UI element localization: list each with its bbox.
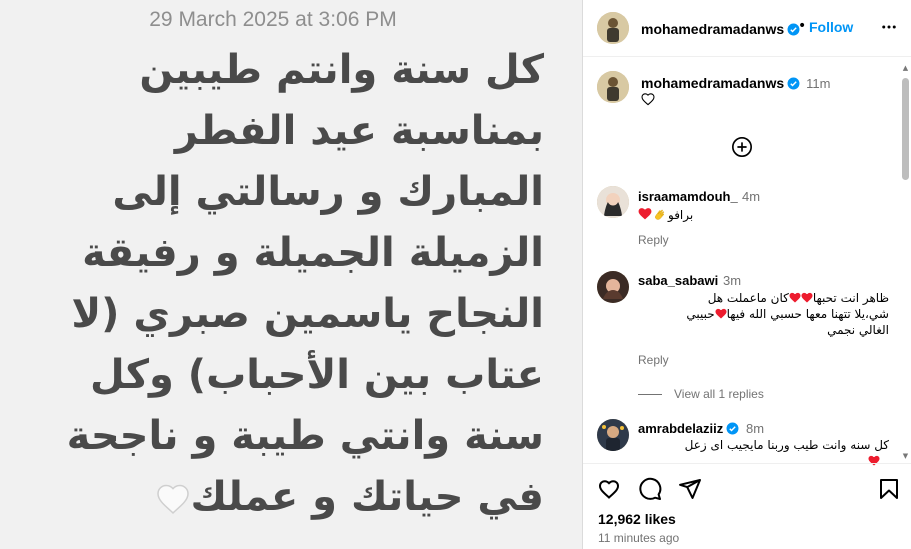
- avatar-image-icon: [597, 71, 629, 103]
- header-username-group: mohamedramadanws: [641, 19, 800, 38]
- post-image[interactable]: 29 March 2025 at 3:06 PM كل سنة وانتم طي…: [0, 0, 582, 549]
- comment-avatar[interactable]: [597, 419, 629, 451]
- caption-avatar[interactable]: [597, 71, 629, 103]
- avatar[interactable]: [597, 12, 629, 44]
- comment-username[interactable]: saba_sabawi: [638, 273, 718, 288]
- caption-heart-icon: [641, 93, 655, 106]
- post-actions: 12,962 likes 11 minutes ago: [583, 463, 911, 549]
- scrollbar-thumb[interactable]: [902, 78, 909, 180]
- comment-bubble-icon[interactable]: [638, 477, 662, 501]
- follow-button[interactable]: Follow: [809, 19, 853, 35]
- comment-body-line2: شي،يلا تتهنا معها حسبي الله فيها: [726, 307, 889, 321]
- red-heart-icon: [801, 292, 813, 303]
- view-replies-label: View all 1 replies: [674, 387, 764, 401]
- comment-body: كل سنه وانت طيب وربنا مايجيب اى زعل: [684, 438, 889, 452]
- red-heart-icon: [715, 308, 727, 319]
- view-replies-button[interactable]: View all 1 replies: [638, 387, 764, 401]
- load-more-comments-icon[interactable]: [731, 136, 753, 158]
- like-heart-icon[interactable]: [597, 477, 621, 501]
- comment-username[interactable]: amrabdelaziiz: [638, 421, 723, 436]
- caption-username[interactable]: mohamedramadanws: [641, 75, 784, 91]
- reply-button[interactable]: Reply: [638, 353, 669, 367]
- likes-count[interactable]: 12,962 likes: [598, 511, 676, 527]
- view-replies-line: [638, 394, 662, 396]
- header-separator: •: [798, 18, 807, 34]
- post-text-body: كل سنة وانتم طيبين بمناسبة عيد الفطر الم…: [66, 47, 544, 520]
- caption-time[interactable]: 11m: [806, 76, 830, 91]
- bookmark-save-icon[interactable]: [877, 477, 901, 501]
- scroll-up-arrow-icon[interactable]: ▲: [902, 64, 909, 72]
- post-date: 29 March 2025 at 3:06 PM: [149, 8, 397, 31]
- avatar-image-icon: [597, 186, 629, 218]
- comment-body-line1b: كان ماعملت هل: [707, 291, 789, 305]
- caption-header: mohamedramadanws 11m: [641, 73, 831, 92]
- red-heart-icon: [789, 292, 801, 303]
- post-text: كل سنة وانتم طيبين بمناسبة عيد الفطر الم…: [22, 40, 544, 528]
- avatar-image-icon: [597, 12, 629, 44]
- red-heart-icon: [638, 208, 652, 220]
- verified-badge-icon: [787, 77, 800, 90]
- more-options-icon[interactable]: [880, 18, 898, 36]
- post-header: mohamedramadanws • Follow: [583, 0, 911, 57]
- comment-avatar[interactable]: [597, 186, 629, 218]
- comment-username[interactable]: israamamdouh_: [638, 189, 738, 204]
- comment-body: برافو: [668, 208, 694, 222]
- comment-body-line3: الغالي نجمي: [827, 323, 889, 337]
- reply-button[interactable]: Reply: [638, 233, 669, 247]
- comment-text: برافو: [638, 207, 693, 223]
- comment-time[interactable]: 3m: [723, 273, 741, 288]
- scroll-down-arrow-icon[interactable]: ▼: [902, 452, 909, 460]
- comment-time[interactable]: 8m: [746, 421, 764, 436]
- comment-text: كل سنه وانت طيب وربنا مايجيب اى زعل: [638, 437, 889, 453]
- verified-badge-icon: [726, 422, 739, 435]
- avatar-image-icon: [597, 419, 629, 451]
- white-heart-icon: [156, 484, 189, 514]
- header-username[interactable]: mohamedramadanws: [641, 21, 784, 37]
- clap-icon: [653, 208, 667, 221]
- instagram-post-window: 29 March 2025 at 3:06 PM كل سنة وانتم طي…: [0, 0, 911, 549]
- post-side-panel: mohamedramadanws • Follow ▲ ▼ mohamedram…: [582, 0, 911, 549]
- comment-body-line2b: حبيبي: [686, 307, 715, 321]
- post-timestamp[interactable]: 11 minutes ago: [598, 531, 679, 545]
- comment-body-line1: ظاهر انت تحبها: [812, 291, 889, 305]
- comment-time[interactable]: 4m: [742, 189, 760, 204]
- share-send-icon[interactable]: [678, 477, 702, 501]
- avatar-image-icon: [597, 271, 629, 303]
- comment-username-group: amrabdelaziiz: [638, 421, 739, 436]
- comment-avatar[interactable]: [597, 271, 629, 303]
- comment-text: ظاهر انت تحبها كان ماعملت هل شي،يلا تتهنا …: [638, 290, 889, 338]
